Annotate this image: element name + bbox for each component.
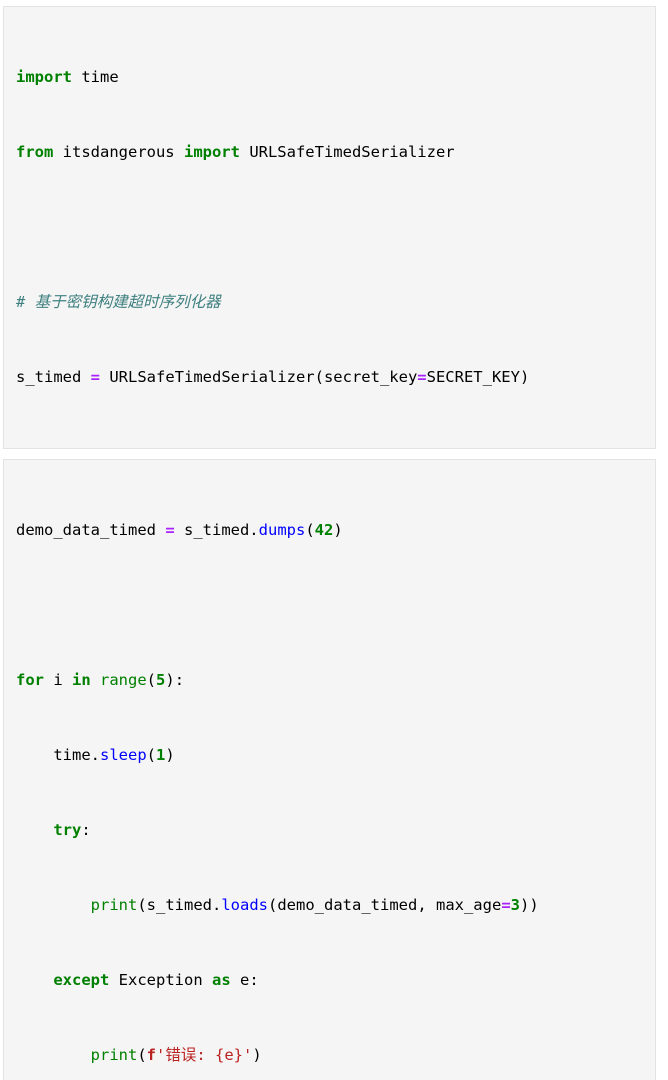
keyword-from: from — [16, 143, 54, 161]
paren-close: ) — [252, 1046, 262, 1064]
paren-open: ( — [137, 896, 147, 914]
paren-open: ( — [137, 1046, 147, 1064]
paren-close-colon: ): — [165, 671, 185, 689]
fstring-body: '错误: {e}' — [156, 1046, 253, 1064]
code-line: for i in range(5): — [16, 668, 645, 693]
comment-build-serializer: # 基于密钥构建超时序列化器 — [16, 293, 221, 311]
exception-class: Exception — [109, 971, 212, 989]
notebook-container: import time from itsdangerous import URL… — [0, 6, 668, 1080]
operator-assign: = — [501, 896, 511, 914]
paren-close: ) — [165, 746, 175, 764]
builtin-print: print — [90, 1046, 138, 1064]
variable-e: e: — [230, 971, 259, 989]
number-3: 3 — [510, 896, 520, 914]
arguments: demo_data_timed, max_age — [277, 896, 502, 914]
class-name-urlsafetimedserializer: URLSafeTimedSerializer — [239, 143, 455, 161]
colon: : — [81, 821, 91, 839]
number-1: 1 — [156, 746, 166, 764]
code-line: try: — [16, 818, 645, 843]
code-cell-2[interactable]: demo_data_timed = s_timed.dumps(42) for … — [3, 459, 656, 1080]
builtin-range: range — [90, 671, 147, 689]
keyword-except: except — [53, 971, 110, 989]
method-sleep: sleep — [100, 746, 147, 764]
keyword-for: for — [16, 671, 44, 689]
variable-s-timed: s_timed — [16, 368, 91, 386]
number-42: 42 — [314, 521, 334, 539]
object-time: time. — [53, 746, 100, 764]
code-line: import time — [16, 65, 645, 90]
keyword-try: try — [53, 821, 82, 839]
code-cell-1[interactable]: import time from itsdangerous import URL… — [3, 6, 656, 449]
argument-secret-key: SECRET_KEY) — [426, 368, 530, 386]
object-s-timed: s_timed. — [174, 521, 259, 539]
paren-open: ( — [146, 671, 157, 689]
paren-open: ( — [268, 896, 278, 914]
paren-open: ( — [305, 521, 315, 539]
code-line: print(s_timed.loads(demo_data_timed, max… — [16, 893, 645, 918]
method-loads: loads — [221, 896, 268, 914]
method-dumps: dumps — [258, 521, 306, 539]
code-line: s_timed = URLSafeTimedSerializer(secret_… — [16, 365, 645, 390]
builtin-print: print — [90, 896, 138, 914]
variable-demo-data-timed: demo_data_timed — [16, 521, 166, 539]
code-line: demo_data_timed = s_timed.dumps(42) — [16, 518, 645, 543]
constructor-call: URLSafeTimedSerializer(secret_key — [100, 368, 418, 386]
paren-open: ( — [146, 746, 157, 764]
paren-close: ) — [333, 521, 343, 539]
operator-assign: = — [417, 368, 427, 386]
module-name-time: time — [72, 68, 119, 86]
object-s-timed: s_timed. — [146, 896, 222, 914]
operator-assign: = — [165, 521, 175, 539]
fstring-prefix: f — [146, 1046, 157, 1064]
keyword-import: import — [16, 68, 72, 86]
code-line: # 基于密钥构建超时序列化器 — [16, 290, 645, 315]
keyword-import: import — [183, 143, 240, 161]
code-line: except Exception as e: — [16, 968, 645, 993]
module-name-itsdangerous: itsdangerous — [53, 143, 184, 161]
code-line: print(f'错误: {e}') — [16, 1043, 645, 1068]
variable-i: i — [44, 671, 72, 689]
code-line: from itsdangerous import URLSafeTimedSer… — [16, 140, 645, 165]
operator-assign: = — [90, 368, 100, 386]
paren-close: )) — [520, 896, 539, 914]
code-line: time.sleep(1) — [16, 743, 645, 768]
number-5: 5 — [156, 671, 166, 689]
keyword-as: as — [211, 971, 231, 989]
keyword-in: in — [72, 671, 91, 689]
